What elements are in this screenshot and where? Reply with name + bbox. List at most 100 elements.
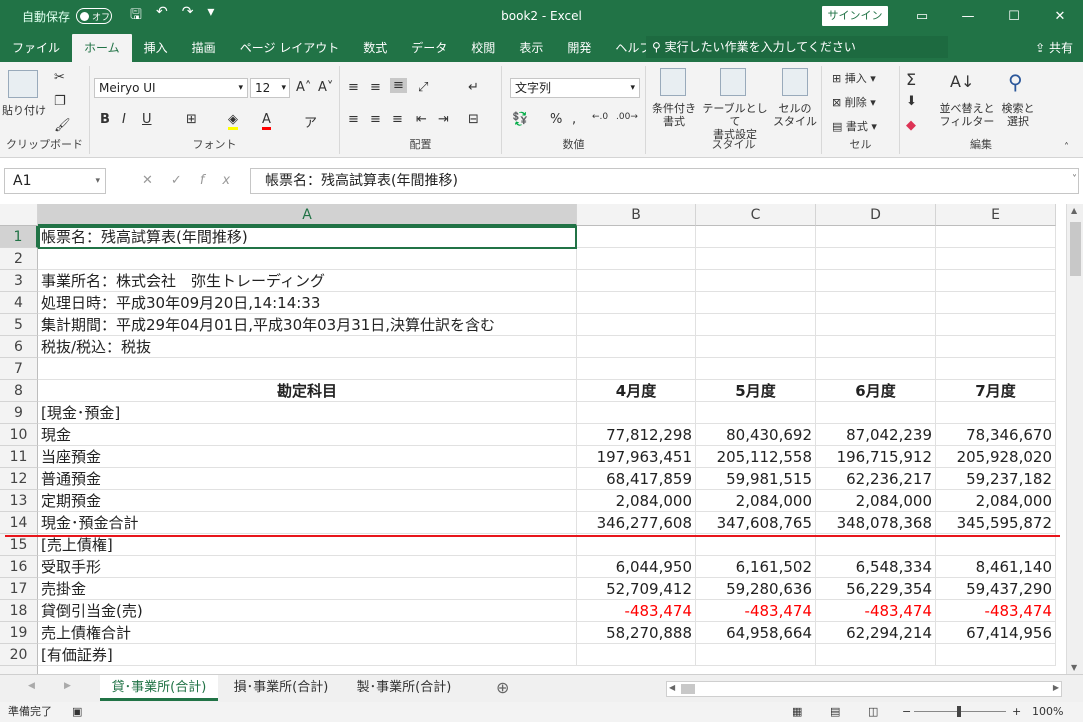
cell-D4[interactable] xyxy=(816,292,936,314)
row-header-2[interactable]: 2 xyxy=(0,248,38,270)
cell-C3[interactable] xyxy=(696,270,816,292)
cell-E6[interactable] xyxy=(936,336,1056,358)
cell-A4[interactable]: 処理日時：平成30年09月20日,14:14:33 xyxy=(38,292,577,314)
cell-E10[interactable]: 78,346,670 xyxy=(936,424,1056,446)
row-header-16[interactable]: 16 xyxy=(0,556,38,578)
row-header-13[interactable]: 13 xyxy=(0,490,38,512)
cell-B20[interactable] xyxy=(577,644,696,666)
row-header-6[interactable]: 6 xyxy=(0,336,38,358)
cell-D13[interactable]: 2,084,000 xyxy=(816,490,936,512)
wrap-text-icon[interactable]: ↵ xyxy=(468,80,479,95)
cell-B10[interactable]: 77,812,298 xyxy=(577,424,696,446)
cell-C13[interactable]: 2,084,000 xyxy=(696,490,816,512)
align-middle-icon[interactable]: ≡ xyxy=(370,80,381,95)
cell-B6[interactable] xyxy=(577,336,696,358)
page-layout-icon[interactable]: ▤ xyxy=(830,702,840,722)
add-sheet-icon[interactable]: ⊕ xyxy=(496,678,509,697)
cell-B8[interactable]: 4月度 xyxy=(577,380,696,402)
clear-icon[interactable]: ◆ xyxy=(906,118,916,133)
spreadsheet-grid[interactable]: A B C D E 1 帳票名：残高試算表(年間推移) 2 3 事業所名：株式会社 弥生トレーディ… xyxy=(0,204,1066,674)
cell-D3[interactable] xyxy=(816,270,936,292)
cell-B7[interactable] xyxy=(577,358,696,380)
collapse-ribbon-icon[interactable]: ˄ xyxy=(1064,142,1069,153)
cell-D12[interactable]: 62,236,217 xyxy=(816,468,936,490)
row-header-15[interactable]: 15 xyxy=(0,534,38,556)
row-header-17[interactable]: 17 xyxy=(0,578,38,600)
row-header-18[interactable]: 18 xyxy=(0,600,38,622)
tab-1[interactable]: ホーム xyxy=(72,34,132,62)
autosum-icon[interactable]: Σ xyxy=(906,70,916,89)
insert-function-icon[interactable]: fx xyxy=(200,173,248,188)
cell-E18[interactable]: -483,474 xyxy=(936,600,1056,622)
cell-B11[interactable]: 197,963,451 xyxy=(577,446,696,468)
customize-qat-icon[interactable]: ▾ xyxy=(207,4,214,28)
cell-E5[interactable] xyxy=(936,314,1056,336)
cell-B17[interactable]: 52,709,412 xyxy=(577,578,696,600)
cell-C18[interactable]: -483,474 xyxy=(696,600,816,622)
find-select-button[interactable]: 検索と 選択 xyxy=(996,102,1040,128)
row-header-20[interactable]: 20 xyxy=(0,644,38,666)
cell-C12[interactable]: 59,981,515 xyxy=(696,468,816,490)
row-header-3[interactable]: 3 xyxy=(0,270,38,292)
cell-E17[interactable]: 59,437,290 xyxy=(936,578,1056,600)
page-break-icon[interactable]: ◫ xyxy=(868,702,878,722)
cell-style-icon[interactable] xyxy=(782,68,808,96)
cell-E9[interactable] xyxy=(936,402,1056,424)
tab-8[interactable]: 表示 xyxy=(507,34,555,62)
tab-9[interactable]: 開発 xyxy=(555,34,603,62)
cell-D2[interactable] xyxy=(816,248,936,270)
orientation-icon[interactable]: ⤢ xyxy=(418,80,428,95)
cell-A12[interactable]: 普通預金 xyxy=(38,468,577,490)
cell-B13[interactable]: 2,084,000 xyxy=(577,490,696,512)
save-icon[interactable]: 🖫 xyxy=(130,4,142,28)
percent-icon[interactable]: % xyxy=(550,112,562,127)
signin-button[interactable]: サインイン xyxy=(822,6,888,26)
cell-E2[interactable] xyxy=(936,248,1056,270)
cell-D7[interactable] xyxy=(816,358,936,380)
select-all-corner[interactable] xyxy=(0,204,38,226)
cell-A11[interactable]: 当座預金 xyxy=(38,446,577,468)
cell-A6[interactable]: 税抜/税込：税抜 xyxy=(38,336,577,358)
cell-B14[interactable]: 346,277,608 xyxy=(577,512,696,534)
cell-C16[interactable]: 6,161,502 xyxy=(696,556,816,578)
cell-A10[interactable]: 現金 xyxy=(38,424,577,446)
sheet-tab-2[interactable]: 製･事業所(合計) xyxy=(344,675,464,701)
cell-A9[interactable]: [現金･預金] xyxy=(38,402,577,424)
cell-A8[interactable]: 勘定科目 xyxy=(38,380,577,402)
normal-view-icon[interactable]: ▦ xyxy=(792,702,802,722)
share-button[interactable]: ⇪ 共有 xyxy=(1035,39,1073,56)
cell-A7[interactable] xyxy=(38,358,577,380)
sort-filter-button[interactable]: 並べ替えと フィルター xyxy=(936,102,998,128)
cell-B1[interactable] xyxy=(577,226,696,248)
next-sheet-icon[interactable]: ▶ xyxy=(64,681,71,691)
prev-sheet-icon[interactable]: ◀ xyxy=(28,681,35,691)
cell-D20[interactable] xyxy=(816,644,936,666)
fill-color-icon[interactable]: ◈ xyxy=(228,112,238,130)
expand-formula-icon[interactable]: ˅ xyxy=(1072,174,1077,185)
row-header-9[interactable]: 9 xyxy=(0,402,38,424)
paste-button[interactable]: 貼り付け xyxy=(2,104,46,117)
sheet-tab-0[interactable]: 貸･事業所(合計) xyxy=(100,675,218,701)
cell-D17[interactable]: 56,229,354 xyxy=(816,578,936,600)
tab-3[interactable]: 描画 xyxy=(180,34,228,62)
bold-icon[interactable]: B xyxy=(100,112,110,127)
cell-A16[interactable]: 受取手形 xyxy=(38,556,577,578)
cell-A17[interactable]: 売掛金 xyxy=(38,578,577,600)
copy-icon[interactable]: ❐ xyxy=(54,94,66,109)
row-header-19[interactable]: 19 xyxy=(0,622,38,644)
column-header-B[interactable]: B xyxy=(577,204,696,226)
cell-C14[interactable]: 347,608,765 xyxy=(696,512,816,534)
column-header-D[interactable]: D xyxy=(816,204,936,226)
cell-C11[interactable]: 205,112,558 xyxy=(696,446,816,468)
row-header-8[interactable]: 8 xyxy=(0,380,38,402)
phonetic-icon[interactable]: ア xyxy=(304,112,317,131)
cell-E20[interactable] xyxy=(936,644,1056,666)
maximize-icon[interactable]: ☐ xyxy=(991,0,1037,32)
increase-font-icon[interactable]: A˄ xyxy=(296,80,311,95)
cell-B18[interactable]: -483,474 xyxy=(577,600,696,622)
zoom-level[interactable]: 100% xyxy=(1032,702,1063,722)
cell-C20[interactable] xyxy=(696,644,816,666)
cell-D6[interactable] xyxy=(816,336,936,358)
cell-D11[interactable]: 196,715,912 xyxy=(816,446,936,468)
cell-E4[interactable] xyxy=(936,292,1056,314)
